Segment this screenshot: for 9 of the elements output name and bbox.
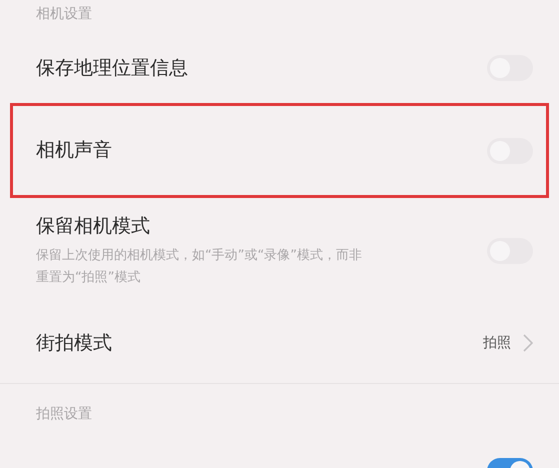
setting-title: 保留相机模式 — [36, 214, 151, 240]
chevron-right-icon — [523, 334, 533, 352]
section-header: 相机设置 — [36, 4, 92, 24]
setting-title: 街拍模式 — [36, 330, 112, 356]
setting-title: 相机声音 — [36, 138, 112, 164]
setting-description: 保留上次使用的相机模式，如“手动”或“录像”模式，而非重置为“拍照”模式 — [36, 246, 363, 287]
setting-value: 拍照 — [483, 334, 511, 352]
section-header: 拍照设置 — [36, 404, 92, 424]
setting-title: 保存地理位置信息 — [36, 56, 188, 81]
